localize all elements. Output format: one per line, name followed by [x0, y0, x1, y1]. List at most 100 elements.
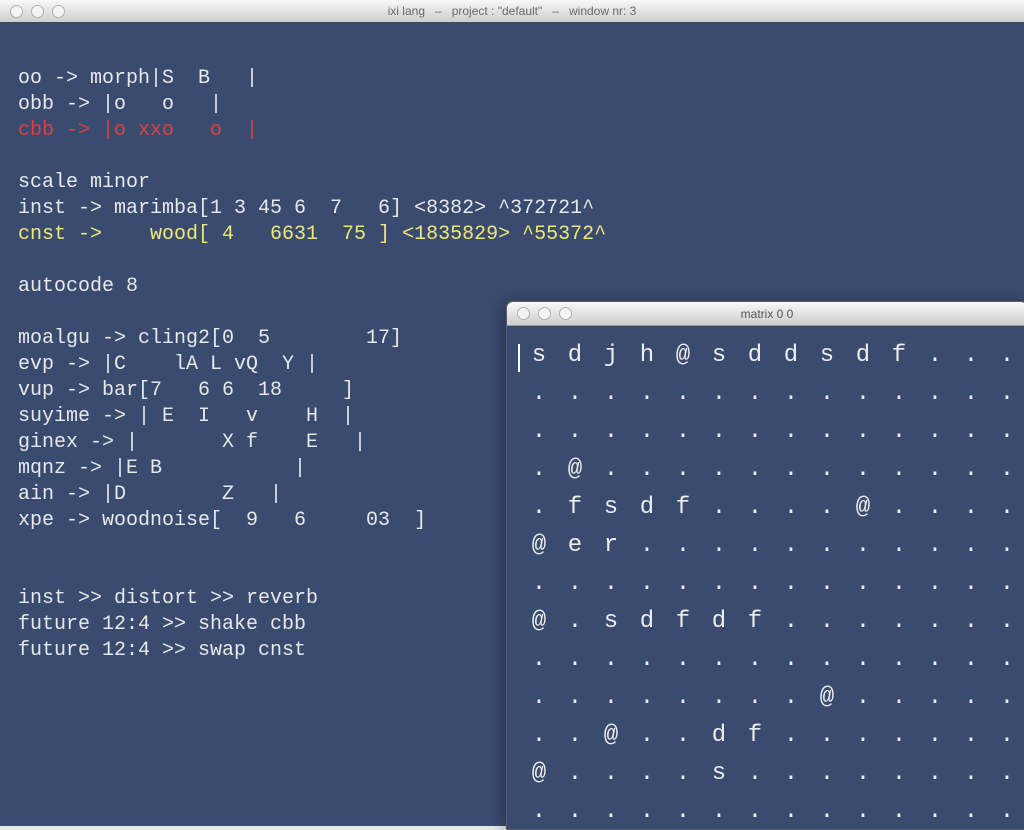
matrix-cell[interactable]: . [953, 494, 989, 521]
matrix-cell[interactable]: . [773, 798, 809, 825]
minimize-icon[interactable] [31, 5, 44, 18]
matrix-cell[interactable]: . [917, 798, 953, 825]
matrix-cell[interactable]: . [881, 532, 917, 559]
matrix-cell[interactable]: . [521, 380, 557, 407]
matrix-cell[interactable]: . [773, 722, 809, 749]
matrix-cell[interactable]: . [917, 722, 953, 749]
matrix-cell[interactable]: . [953, 646, 989, 673]
matrix-cell[interactable]: d [737, 342, 773, 369]
matrix-cell[interactable]: @ [557, 456, 593, 483]
matrix-cell[interactable]: f [881, 342, 917, 369]
matrix-cell[interactable]: . [881, 570, 917, 597]
matrix-cell[interactable]: . [629, 418, 665, 445]
matrix-cell[interactable]: . [665, 570, 701, 597]
matrix-cell[interactable]: . [809, 608, 845, 635]
matrix-cell[interactable]: . [593, 456, 629, 483]
matrix-cell[interactable]: . [989, 684, 1024, 711]
code-line[interactable] [18, 40, 1024, 66]
matrix-cell[interactable]: . [845, 608, 881, 635]
matrix-cell[interactable]: e [557, 532, 593, 559]
matrix-cell[interactable]: s [809, 342, 845, 369]
matrix-cell[interactable]: . [989, 380, 1024, 407]
matrix-cell[interactable]: r [593, 532, 629, 559]
matrix-cell[interactable]: . [989, 608, 1024, 635]
code-line[interactable]: cbb -> |o xxo o | [18, 118, 1024, 144]
matrix-cell[interactable]: . [917, 380, 953, 407]
matrix-cell[interactable]: . [701, 532, 737, 559]
matrix-cell[interactable]: . [953, 570, 989, 597]
matrix-cell[interactable]: . [593, 684, 629, 711]
matrix-cell[interactable]: h [629, 342, 665, 369]
matrix-cell[interactable]: . [629, 456, 665, 483]
matrix-cell[interactable]: . [665, 456, 701, 483]
matrix-cell[interactable]: s [593, 608, 629, 635]
matrix-cell[interactable]: . [989, 494, 1024, 521]
matrix-cell[interactable]: . [557, 684, 593, 711]
matrix-cell[interactable]: . [701, 456, 737, 483]
matrix-cell[interactable]: . [917, 532, 953, 559]
matrix-cell[interactable]: . [917, 456, 953, 483]
matrix-cell[interactable]: @ [521, 760, 557, 787]
matrix-cell[interactable]: . [881, 646, 917, 673]
matrix-cell[interactable]: . [989, 722, 1024, 749]
matrix-cell[interactable]: . [557, 646, 593, 673]
matrix-cell[interactable]: @ [845, 494, 881, 521]
matrix-cell[interactable]: . [737, 456, 773, 483]
matrix-cell[interactable]: . [521, 722, 557, 749]
matrix-cell[interactable]: . [917, 418, 953, 445]
matrix-cell[interactable]: . [665, 760, 701, 787]
matrix-cell[interactable]: . [701, 684, 737, 711]
code-line[interactable]: cnst -> wood[ 4 6631 75 ] <1835829> ^553… [18, 222, 1024, 248]
matrix-cell[interactable]: . [773, 646, 809, 673]
matrix-cell[interactable]: . [737, 646, 773, 673]
matrix-cell[interactable]: . [953, 532, 989, 559]
matrix-cell[interactable]: . [629, 532, 665, 559]
matrix-cell[interactable]: . [917, 684, 953, 711]
matrix-cell[interactable]: . [629, 798, 665, 825]
matrix-cell[interactable]: . [953, 456, 989, 483]
matrix-cell[interactable]: f [665, 494, 701, 521]
matrix-cell[interactable]: . [809, 722, 845, 749]
matrix-cell[interactable]: . [845, 418, 881, 445]
matrix-cell[interactable]: . [593, 380, 629, 407]
matrix-cell[interactable]: . [845, 532, 881, 559]
matrix-cell[interactable]: . [989, 418, 1024, 445]
matrix-cell[interactable]: . [593, 646, 629, 673]
matrix-cell[interactable]: . [701, 798, 737, 825]
matrix-cell[interactable]: . [557, 722, 593, 749]
matrix-cell[interactable]: @ [665, 342, 701, 369]
matrix-cell[interactable]: . [557, 380, 593, 407]
matrix-cell[interactable]: . [737, 570, 773, 597]
matrix-cell[interactable]: . [773, 494, 809, 521]
matrix-cell[interactable]: . [737, 684, 773, 711]
matrix-cell[interactable]: . [773, 684, 809, 711]
matrix-cell[interactable]: . [989, 798, 1024, 825]
matrix-cell[interactable]: d [629, 494, 665, 521]
close-icon[interactable] [10, 5, 23, 18]
matrix-cell[interactable]: . [701, 570, 737, 597]
matrix-cell[interactable]: @ [521, 532, 557, 559]
matrix-cell[interactable]: . [809, 760, 845, 787]
matrix-cell[interactable]: . [989, 570, 1024, 597]
matrix-cell[interactable]: . [845, 760, 881, 787]
matrix-cell[interactable]: . [629, 760, 665, 787]
matrix-cell[interactable]: . [665, 646, 701, 673]
matrix-cell[interactable]: . [557, 760, 593, 787]
code-line[interactable]: inst -> marimba[1 3 45 6 7 6] <8382> ^37… [18, 196, 1024, 222]
matrix-cell[interactable]: . [845, 570, 881, 597]
matrix-cell[interactable]: s [593, 494, 629, 521]
matrix-cell[interactable]: . [701, 380, 737, 407]
matrix-cell[interactable]: . [809, 380, 845, 407]
matrix-cell[interactable]: @ [593, 722, 629, 749]
matrix-cell[interactable]: . [809, 418, 845, 445]
matrix-cell[interactable]: . [881, 760, 917, 787]
matrix-cell[interactable]: . [845, 798, 881, 825]
matrix-cell[interactable]: . [845, 456, 881, 483]
matrix-cell[interactable]: . [881, 684, 917, 711]
matrix-cell[interactable]: s [521, 342, 557, 369]
matrix-cell[interactable]: f [557, 494, 593, 521]
matrix-cell[interactable]: . [521, 456, 557, 483]
matrix-cell[interactable]: . [989, 760, 1024, 787]
matrix-cell[interactable]: . [557, 798, 593, 825]
main-titlebar[interactable]: ixi lang – project : "default" – window … [0, 0, 1024, 23]
